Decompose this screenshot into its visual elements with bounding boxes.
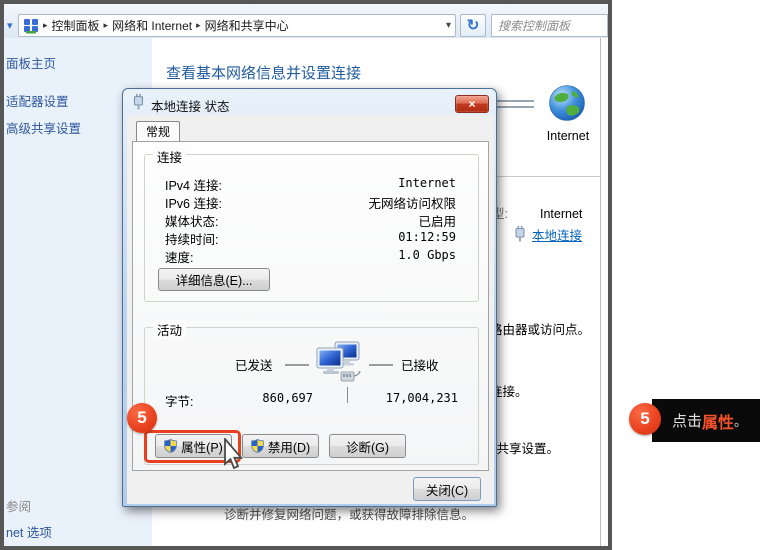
breadcrumb-item-control-panel[interactable]: 控制面板 — [52, 17, 100, 34]
bytes-divider — [347, 387, 348, 403]
bytes-label: 字节: — [165, 391, 193, 410]
ipv6-value: 无网络访问权限 — [368, 193, 456, 212]
uac-shield-icon — [251, 439, 264, 453]
breadcrumb-item-network-sharing-center[interactable]: 网络和共享中心 — [205, 17, 289, 34]
close-icon[interactable]: × — [455, 95, 489, 113]
dialog-ethernet-icon — [132, 94, 145, 110]
ethernet-plug-icon — [514, 226, 526, 242]
text-fragment-router: 路由器或访问点。 — [490, 324, 590, 337]
ipv4-label: IPv4 连接: — [165, 175, 222, 194]
sidebar-item-home[interactable]: 面板主页 — [6, 58, 56, 71]
network-map-line — [494, 100, 534, 102]
internet-globe-icon — [548, 84, 586, 122]
sent-label: 已发送 — [235, 355, 273, 374]
explorer-window: ▾ ▸ 控制面板 ▸ 网络和 Internet ▸ 网络和共享中心 ▾ ↻ — [0, 0, 612, 550]
media-state-value: 已启用 — [418, 211, 456, 230]
content-right-edge — [600, 38, 601, 546]
annotation-callout: 点击属性。 — [652, 399, 760, 442]
connection-group-label: 连接 — [153, 147, 186, 166]
refresh-button[interactable]: ↻ — [460, 14, 486, 37]
sidebar-see-also-heading: 参阅 — [6, 501, 31, 514]
computers-icon — [315, 340, 361, 386]
tab-page: 连接 IPv4 连接: Internet IPv6 连接: 无网络访问权限 媒体… — [132, 141, 489, 471]
close-button[interactable]: 关闭(C) — [413, 477, 481, 501]
annotation-punctuation: 。 — [734, 411, 747, 430]
ipv6-label: IPv6 连接: — [165, 193, 222, 212]
diagnose-button[interactable]: 诊断(G) — [329, 434, 406, 458]
breadcrumb-item-network-internet[interactable]: 网络和 Internet — [112, 17, 192, 34]
window-menu-arrow-icon[interactable]: ▾ — [7, 19, 13, 32]
address-bar: ▾ ▸ 控制面板 ▸ 网络和 Internet ▸ 网络和共享中心 ▾ ↻ — [4, 4, 608, 38]
search-input[interactable]: 搜索控制面板 — [491, 14, 608, 37]
duration-label: 持续时间: — [165, 229, 218, 248]
tab-general[interactable]: 常规 — [136, 121, 180, 142]
access-type-value: Internet — [540, 208, 582, 221]
connection-group: 连接 IPv4 连接: Internet IPv6 连接: 无网络访问权限 媒体… — [144, 154, 479, 302]
screenshot-root: ▾ ▸ 控制面板 ▸ 网络和 Internet ▸ 网络和共享中心 ▾ ↻ — [0, 0, 760, 550]
received-bytes-value: 17,004,231 — [363, 391, 458, 405]
sent-connector-line — [285, 364, 309, 366]
annotation-text: 点击 — [672, 410, 702, 431]
ipv4-value: Internet — [398, 176, 456, 190]
breadcrumb-arrow-icon: ▸ — [43, 20, 48, 31]
speed-value: 1.0 Gbps — [398, 248, 456, 262]
disable-button[interactable]: 禁用(D) — [242, 434, 319, 458]
details-button[interactable]: 详细信息(E)... — [158, 268, 270, 291]
sidebar-item-internet-options[interactable]: net 选项 — [6, 527, 52, 540]
sent-bytes-value: 860,697 — [231, 391, 313, 405]
local-connection-status-dialog: 本地连接 状态 × 常规 连接 IPv4 连接: Internet IPv6 连… — [122, 88, 497, 507]
page-title: 查看基本网络信息并设置连接 — [166, 62, 361, 83]
breadcrumb[interactable]: ▸ 控制面板 ▸ 网络和 Internet ▸ 网络和共享中心 ▾ — [18, 14, 456, 37]
dialog-title: 本地连接 状态 — [151, 96, 229, 115]
sidebar-item-advanced-sharing[interactable]: 高级共享设置 — [6, 123, 81, 136]
active-network-divider — [497, 176, 600, 177]
mouse-cursor-icon — [224, 438, 246, 470]
breadcrumb-dropdown-icon[interactable]: ▾ — [446, 20, 451, 31]
annotation-step-badge: 5 — [629, 403, 661, 435]
activity-group-label: 活动 — [153, 320, 186, 339]
local-connection-link[interactable]: 本地连接 — [532, 230, 582, 243]
internet-node-label: Internet — [540, 130, 596, 143]
received-connector-line — [369, 364, 393, 366]
breadcrumb-arrow-icon: ▸ — [196, 20, 201, 31]
network-icon — [23, 18, 39, 34]
search-placeholder: 搜索控制面板 — [498, 17, 570, 34]
media-state-label: 媒体状态: — [165, 211, 218, 230]
speed-label: 速度: — [165, 247, 193, 266]
step-badge: 5 — [127, 403, 157, 433]
troubleshoot-description: 诊断并修复网络问题，或获得故障排除信息。 — [224, 509, 474, 522]
duration-value: 01:12:59 — [398, 230, 456, 244]
sidebar-item-adapter-settings[interactable]: 适配器设置 — [6, 96, 69, 109]
annotation-highlight-text: 属性 — [702, 409, 734, 433]
received-label: 已接收 — [401, 355, 439, 374]
network-map-line — [494, 106, 534, 108]
breadcrumb-arrow-icon: ▸ — [104, 20, 109, 31]
